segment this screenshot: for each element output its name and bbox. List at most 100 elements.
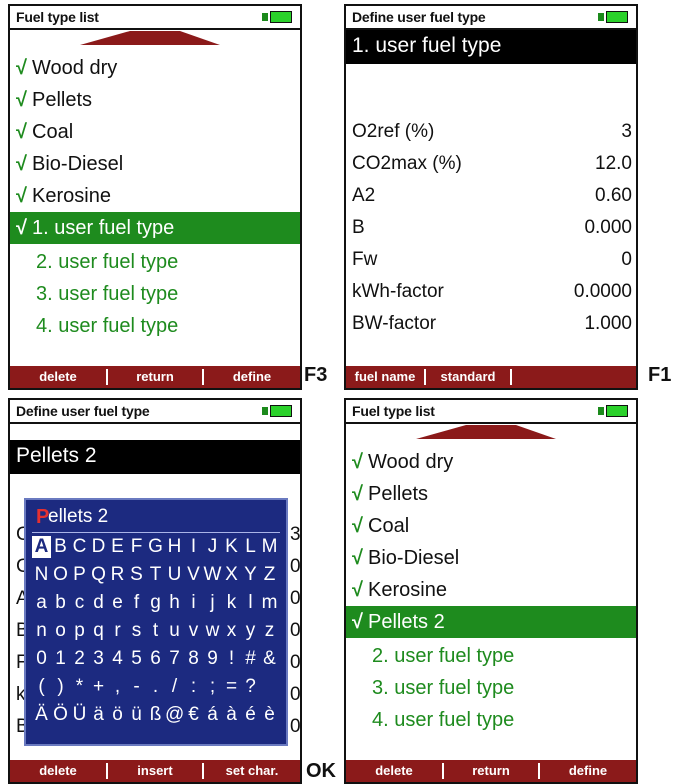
keyboard-key[interactable]: / xyxy=(165,676,184,698)
keyboard-key[interactable]: 4 xyxy=(108,648,127,670)
keyboard-key[interactable]: . xyxy=(146,676,165,698)
keyboard-key[interactable]: h xyxy=(165,592,184,614)
keyboard-key[interactable]: à xyxy=(222,704,241,726)
softkey-set-char[interactable]: set char. xyxy=(204,760,300,782)
keyboard-key[interactable]: € xyxy=(184,704,203,726)
keyboard-key[interactable]: 3 xyxy=(89,648,108,670)
keyboard-key[interactable]: # xyxy=(241,648,260,670)
keyboard-key[interactable]: 0 xyxy=(32,648,51,670)
softkey-delete[interactable]: delete xyxy=(10,760,106,782)
keyboard-key[interactable]: F xyxy=(127,536,146,558)
keyboard-key[interactable]: ? xyxy=(241,676,260,698)
softkey-delete[interactable]: delete xyxy=(10,366,106,388)
keyboard-key[interactable]: é xyxy=(241,704,260,726)
keyboard-key[interactable]: d xyxy=(89,592,108,614)
keyboard-key[interactable]: l xyxy=(241,592,260,614)
keyboard-key[interactable]: b xyxy=(51,592,70,614)
keyboard-key[interactable]: 5 xyxy=(127,648,146,670)
keyboard-key[interactable]: a xyxy=(32,592,51,614)
keyboard-key[interactable]: + xyxy=(89,676,108,698)
keyboard-key[interactable]: E xyxy=(108,536,127,558)
keyboard-key[interactable]: P xyxy=(70,564,89,586)
keyboard-key[interactable]: t xyxy=(146,620,165,642)
keyboard-key[interactable]: k xyxy=(222,592,241,614)
list-item[interactable]: √ Kerosine xyxy=(10,180,300,212)
keyboard-key[interactable]: è xyxy=(260,704,279,726)
keyboard-key[interactable]: r xyxy=(108,620,127,642)
param-row[interactable]: Fw 0 xyxy=(346,244,636,276)
keyboard-key[interactable]: J xyxy=(203,536,222,558)
keyboard-key[interactable]: m xyxy=(260,592,279,614)
keyboard-key[interactable]: A xyxy=(32,536,51,558)
keyboard-key[interactable]: ! xyxy=(222,648,241,670)
softkey-define[interactable]: define xyxy=(540,760,636,782)
keyboard-key[interactable]: z xyxy=(260,620,279,642)
keyboard-key[interactable]: ß xyxy=(146,704,165,726)
keyboard-key[interactable]: w xyxy=(203,620,222,642)
keyboard-key[interactable]: c xyxy=(70,592,89,614)
keyboard-key[interactable]: I xyxy=(184,536,203,558)
keyboard-key[interactable]: f xyxy=(127,592,146,614)
list-item[interactable]: √ Coal xyxy=(10,116,300,148)
list-item[interactable]: 2. user fuel type xyxy=(346,640,636,672)
keyboard-key[interactable]: & xyxy=(260,648,279,670)
list-item[interactable]: √ Bio-Diesel xyxy=(346,542,636,574)
keyboard-key[interactable]: D xyxy=(89,536,108,558)
keyboard-key[interactable]: Ö xyxy=(51,704,70,726)
softkey-define[interactable]: define xyxy=(204,366,300,388)
text-input[interactable]: P ellets 2 xyxy=(32,504,280,533)
scroll-indicator[interactable] xyxy=(346,423,636,443)
keyboard-key[interactable]: - xyxy=(127,676,146,698)
keyboard-key[interactable]: = xyxy=(222,676,241,698)
list-item-selected[interactable]: √ 1. user fuel type xyxy=(10,212,300,244)
keyboard-key[interactable]: ä xyxy=(89,704,108,726)
keyboard-key[interactable]: X xyxy=(222,564,241,586)
list-item[interactable]: √ Pellets xyxy=(346,478,636,510)
softkey-return[interactable]: return xyxy=(444,760,538,782)
keyboard-key[interactable]: q xyxy=(89,620,108,642)
softkey-standard[interactable]: standard xyxy=(426,366,510,388)
keyboard-key[interactable]: H xyxy=(165,536,184,558)
keyboard-key[interactable]: 8 xyxy=(184,648,203,670)
param-row[interactable]: O2ref (%) 3 xyxy=(346,116,636,148)
keyboard-key[interactable]: y xyxy=(241,620,260,642)
keyboard-key[interactable]: 1 xyxy=(51,648,70,670)
list-item[interactable]: √ Coal xyxy=(346,510,636,542)
keyboard-key[interactable]: O xyxy=(51,564,70,586)
keyboard-key[interactable]: g xyxy=(146,592,165,614)
keyboard-key[interactable]: v xyxy=(184,620,203,642)
keyboard-key[interactable]: C xyxy=(70,536,89,558)
keyboard-key[interactable]: , xyxy=(108,676,127,698)
keyboard-key[interactable]: N xyxy=(32,564,51,586)
keyboard-key[interactable]: G xyxy=(146,536,165,558)
param-row[interactable]: A2 0.60 xyxy=(346,180,636,212)
keyboard-key[interactable]: 6 xyxy=(146,648,165,670)
keyboard-key[interactable]: ü xyxy=(127,704,146,726)
list-item[interactable]: √ Wood dry xyxy=(346,446,636,478)
keyboard-key[interactable]: M xyxy=(260,536,279,558)
softkey-return[interactable]: return xyxy=(108,366,202,388)
keyboard-key[interactable]: Z xyxy=(260,564,279,586)
keyboard-key[interactable]: ; xyxy=(203,676,222,698)
keyboard-key[interactable]: Y xyxy=(241,564,260,586)
fuel-name-field[interactable]: Pellets 2 xyxy=(10,440,300,474)
keyboard-key[interactable]: T xyxy=(146,564,165,586)
keyboard-key[interactable]: e xyxy=(108,592,127,614)
keyboard-key[interactable]: p xyxy=(70,620,89,642)
keyboard-key[interactable]: ( xyxy=(32,676,51,698)
keyboard-key[interactable]: á xyxy=(203,704,222,726)
keyboard-key[interactable]: V xyxy=(184,564,203,586)
list-item[interactable]: 4. user fuel type xyxy=(10,310,300,342)
keyboard-key[interactable]: x xyxy=(222,620,241,642)
list-item[interactable]: √ Bio-Diesel xyxy=(10,148,300,180)
list-item[interactable]: √ Wood dry xyxy=(10,52,300,84)
list-item[interactable]: √ Pellets xyxy=(10,84,300,116)
param-row[interactable]: B 0.000 xyxy=(346,212,636,244)
keyboard-key[interactable]: Q xyxy=(89,564,108,586)
keyboard-key[interactable]: 7 xyxy=(165,648,184,670)
param-row[interactable]: CO2max (%) 12.0 xyxy=(346,148,636,180)
keyboard-key[interactable]: ö xyxy=(108,704,127,726)
keyboard-key[interactable]: @ xyxy=(165,704,184,726)
keyboard-key[interactable]: * xyxy=(70,676,89,698)
softkey-delete[interactable]: delete xyxy=(346,760,442,782)
